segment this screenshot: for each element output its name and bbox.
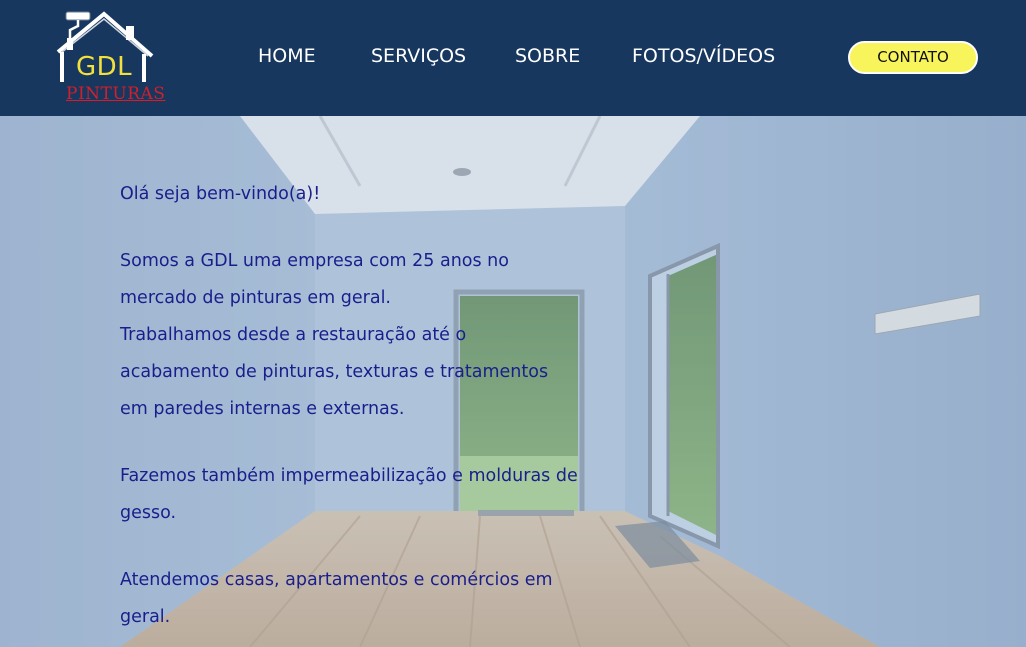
paragraph-clients: Atendemos casas, apartamentos e comércio… xyxy=(120,570,553,627)
site-header: GDL PINTURAS HOME SERVIÇOS SOBRE FOTOS/V… xyxy=(0,0,1026,116)
logo-brand: GDL xyxy=(76,52,133,82)
logo-subtitle: PINTURAS xyxy=(66,84,166,104)
welcome-content: Olá seja bem-vindo(a)! Somos a GDL uma e… xyxy=(120,176,580,636)
contact-button[interactable]: CONTATO xyxy=(848,41,978,74)
logo[interactable]: GDL PINTURAS xyxy=(52,8,166,108)
paragraph-services: Trabalhamos desde a restauração até o ac… xyxy=(120,325,549,419)
paragraph-waterproofing: Fazemos também impermeabilização e moldu… xyxy=(120,466,578,523)
nav-home[interactable]: HOME xyxy=(258,45,316,67)
welcome-greeting: Olá seja bem-vindo(a)! xyxy=(120,184,321,204)
nav-servicos[interactable]: SERVIÇOS xyxy=(371,45,466,67)
nav-fotos-videos[interactable]: FOTOS/VÍDEOS xyxy=(632,45,775,67)
paragraph-about: Somos a GDL uma empresa com 25 anos no m… xyxy=(120,251,509,308)
nav-sobre[interactable]: SOBRE xyxy=(515,45,580,67)
